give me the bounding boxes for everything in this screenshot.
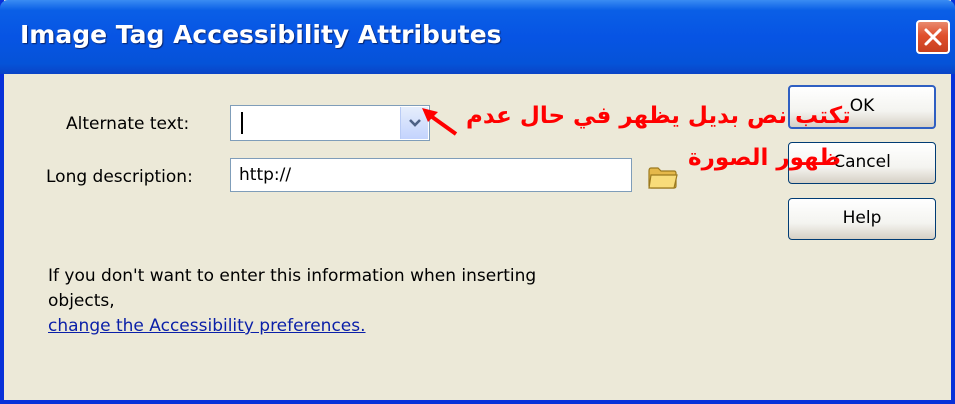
- long-desc-input[interactable]: http://: [230, 158, 632, 192]
- close-icon: [924, 28, 942, 46]
- dialog-window: Image Tag Accessibility Attributes Alter…: [0, 0, 955, 404]
- info-text: If you don't want to enter this informat…: [48, 264, 608, 339]
- long-desc-label: Long description:: [46, 167, 193, 187]
- help-button[interactable]: Help: [788, 198, 936, 240]
- title-bar[interactable]: Image Tag Accessibility Attributes: [0, 0, 955, 74]
- long-desc-value: http://: [239, 165, 292, 185]
- text-caret: [241, 112, 243, 134]
- annotation-line-2: ظهور الصورة: [688, 145, 841, 171]
- info-message: If you don't want to enter this informat…: [48, 266, 537, 311]
- arrow-annotation-icon: [422, 108, 458, 136]
- alt-text-label: Alternate text:: [66, 114, 190, 134]
- accessibility-preferences-link[interactable]: change the Accessibility preferences.: [48, 316, 366, 336]
- close-button[interactable]: [916, 20, 950, 54]
- folder-icon: [648, 167, 678, 189]
- browse-button[interactable]: [646, 163, 680, 191]
- window-title: Image Tag Accessibility Attributes: [20, 20, 502, 49]
- alt-text-combobox[interactable]: [230, 105, 430, 141]
- annotation-line-1: تكتب نص بديل يظهر في حال عدم: [466, 103, 851, 129]
